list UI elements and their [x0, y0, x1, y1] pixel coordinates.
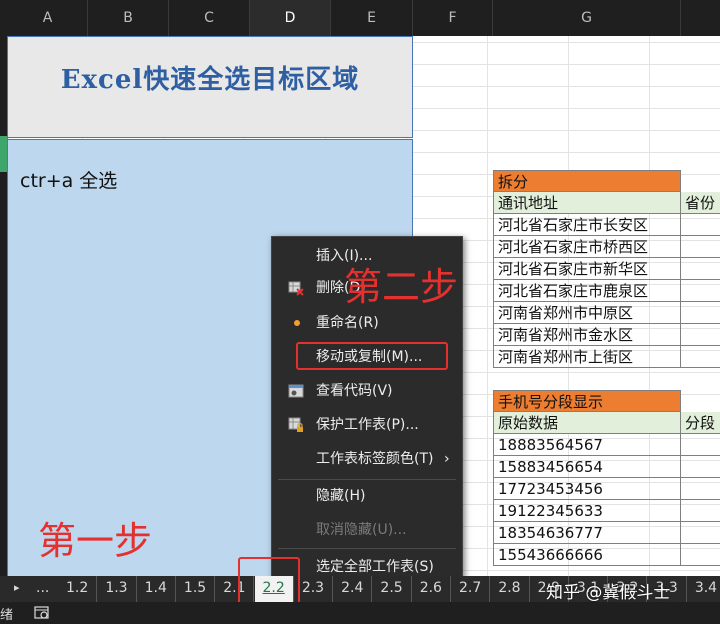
sheet-tab-1-5[interactable]: 1.5 [176, 576, 216, 602]
split-address-empty-cell[interactable] [680, 302, 720, 324]
sheet-tab-1-3[interactable]: 1.3 [97, 576, 137, 602]
sheet-tab-2-7[interactable]: 2.7 [451, 576, 491, 602]
split-address-cell[interactable]: 河北省石家庄市鹿泉区 [493, 280, 681, 302]
sheet-tab-2-5[interactable]: 2.5 [372, 576, 412, 602]
menu-item-label: 隐藏(H) [316, 488, 366, 504]
step2-annotation: 第二步 [344, 265, 459, 309]
split-address-empty-cell[interactable] [680, 346, 720, 368]
split-col1-header[interactable]: 通讯地址 [493, 192, 681, 214]
move-copy-highlight-box [296, 342, 448, 370]
tab-scroll-right-icon[interactable]: ▸ [14, 576, 20, 602]
menu-item-label: 保护工作表(P)... [316, 417, 419, 433]
column-header-e[interactable]: E [331, 0, 413, 36]
phone-number-cell[interactable]: 18883564567 [493, 434, 681, 456]
menu-item-hide[interactable]: 隐藏(H) [272, 483, 462, 509]
menu-separator [278, 548, 456, 549]
dot-icon [294, 320, 300, 326]
phone-number-cell[interactable]: 18354636777 [493, 522, 681, 544]
phone-number-empty-cell[interactable] [680, 478, 720, 500]
sheet-tab-2-4[interactable]: 2.4 [333, 576, 373, 602]
phone-number-empty-cell[interactable] [680, 500, 720, 522]
menu-item-label: 查看代码(V) [316, 383, 393, 399]
phone-number-cell[interactable]: 17723453456 [493, 478, 681, 500]
column-header-a[interactable]: A [8, 0, 88, 36]
phone-number-empty-cell[interactable] [680, 456, 720, 478]
status-bar: 绪 [0, 602, 720, 624]
split-address-cell[interactable]: 河北省石家庄市桥西区 [493, 236, 681, 258]
column-header-d[interactable]: D [250, 0, 331, 36]
phone-col2-header[interactable]: 分段 [680, 412, 720, 434]
column-header-f[interactable]: F [413, 0, 493, 36]
split-address-empty-cell[interactable] [680, 324, 720, 346]
column-header-c[interactable]: C [169, 0, 250, 36]
split-address-cell[interactable]: 河南省郑州市中原区 [493, 302, 681, 324]
split-address-cell[interactable]: 河南省郑州市金水区 [493, 324, 681, 346]
column-header-bar: ABCDEFG [0, 0, 720, 36]
menu-item-rename[interactable]: 重命名(R) [272, 310, 462, 336]
sheet-tab-2-6[interactable]: 2.6 [412, 576, 451, 602]
phone-col1-header[interactable]: 原始数据 [493, 412, 681, 434]
menu-item-view-code[interactable]: 查看代码(V) [272, 378, 462, 404]
phone-number-empty-cell[interactable] [680, 544, 720, 566]
tab-more-button[interactable]: ... [36, 576, 49, 602]
view-code-icon [288, 384, 304, 398]
phone-number-cell[interactable]: 19122345633 [493, 500, 681, 522]
phone-table-header[interactable]: 手机号分段显示 [493, 390, 681, 412]
protect-sheet-icon [288, 417, 303, 432]
menu-separator [278, 479, 456, 480]
menu-item-label: 工作表标签颜色(T) [316, 451, 434, 467]
column-header-g[interactable]: G [493, 0, 681, 36]
split-col2-header[interactable]: 省份 [680, 192, 720, 214]
step1-annotation: 第一步 [38, 519, 153, 563]
macro-record-icon[interactable] [34, 606, 50, 620]
phone-number-cell[interactable]: 15543666666 [493, 544, 681, 566]
phone-number-empty-cell[interactable] [680, 522, 720, 544]
phone-number-empty-cell[interactable] [680, 434, 720, 456]
sheet-tab-2-8[interactable]: 2.8 [490, 576, 530, 602]
sheet-tab-3-4[interactable]: 3.4 [687, 576, 720, 602]
sheet-tab-1-4[interactable]: 1.4 [137, 576, 176, 602]
column-header-b[interactable]: B [88, 0, 169, 36]
split-table-header[interactable]: 拆分 [493, 170, 681, 192]
title-text: Excel快速全选目标区域 [60, 65, 360, 95]
menu-item-unhide: 取消隐藏(U)... [272, 517, 462, 543]
split-address-cell[interactable]: 河北省石家庄市新华区 [493, 258, 681, 280]
content-text: ctr+a 全选 [20, 170, 118, 192]
phone-number-cell[interactable]: 15883456654 [493, 456, 681, 478]
split-address-cell[interactable]: 河南省郑州市上街区 [493, 346, 681, 368]
menu-item-label: 重命名(R) [316, 315, 379, 331]
menu-item-tab-color[interactable]: 工作表标签颜色(T) › [272, 446, 462, 472]
split-address-cell[interactable]: 河北省石家庄市长安区 [493, 214, 681, 236]
menu-item-label: 取消隐藏(U)... [316, 522, 407, 538]
menu-item-protect-sheet[interactable]: 保护工作表(P)... [272, 412, 462, 438]
sheet-tab-1-2[interactable]: 1.2 [58, 576, 98, 602]
split-address-empty-cell[interactable] [680, 214, 720, 236]
split-address-empty-cell[interactable] [680, 280, 720, 302]
title-text-box[interactable]: Excel快速全选目标区域 [7, 36, 413, 138]
split-address-empty-cell[interactable] [680, 258, 720, 280]
split-address-empty-cell[interactable] [680, 236, 720, 258]
status-text: 绪 [0, 608, 14, 623]
watermark-text: 知乎 @冀假斗士 [546, 583, 671, 603]
chevron-right-icon: › [444, 451, 450, 467]
delete-sheet-icon [288, 281, 304, 296]
